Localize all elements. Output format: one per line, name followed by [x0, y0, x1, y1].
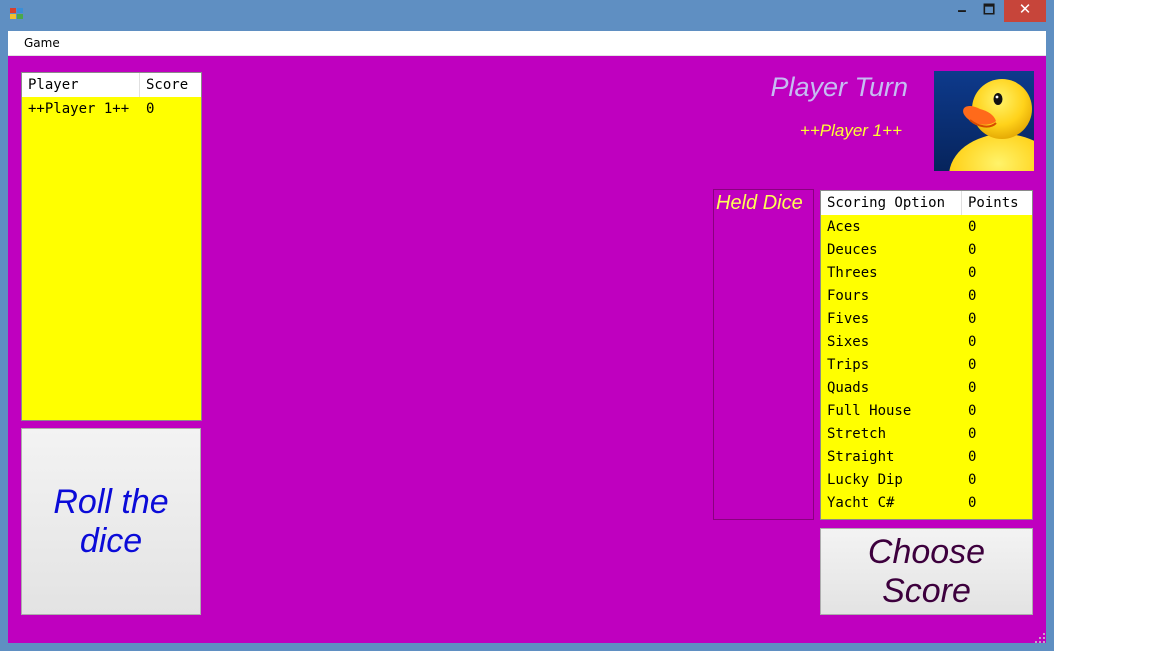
scoring-option-points: 0: [968, 403, 977, 419]
scoring-option-points: 0: [968, 334, 977, 350]
scoring-option-name: Threes: [827, 265, 878, 281]
scoring-option-name: Straight: [827, 449, 895, 465]
scoring-list-header: Scoring Option Points: [821, 191, 1032, 215]
header-scoring-option[interactable]: Scoring Option: [827, 195, 945, 211]
scoring-option-points: 0: [968, 242, 977, 258]
scoring-option-name: Quads: [827, 380, 870, 396]
scoring-row[interactable]: Aces 0: [821, 216, 1032, 239]
app-window: 🗕 🗖 ✕ Game Player Score ++Player 1++ 0 R…: [0, 0, 1054, 651]
scoring-row[interactable]: Threes 0: [821, 262, 1032, 285]
scoring-option-points: 0: [968, 219, 977, 235]
maximize-button[interactable]: 🗖: [976, 0, 1002, 22]
close-button[interactable]: ✕: [1004, 0, 1046, 22]
scoring-row[interactable]: Fours 0: [821, 285, 1032, 308]
player-row[interactable]: ++Player 1++ 0: [22, 98, 201, 121]
scoring-option-name: Fives: [827, 311, 870, 327]
held-dice-panel: Held Dice: [713, 189, 814, 520]
scoring-option-points: 0: [968, 288, 977, 304]
menu-bar: Game: [8, 31, 1046, 56]
scoring-list[interactable]: Scoring Option Points Aces 0 Deuces 0 Threes…: [820, 190, 1033, 520]
scoring-row[interactable]: Lucky Dip 0: [821, 469, 1032, 492]
scoring-row[interactable]: Straight 0: [821, 446, 1032, 469]
column-separator[interactable]: [961, 191, 962, 215]
title-bar[interactable]: 🗕 🗖 ✕: [0, 0, 1054, 30]
rubber-duck-image: [934, 71, 1034, 171]
current-player-label: ++Player 1++: [799, 121, 902, 140]
scoring-option-name: Deuces: [827, 242, 878, 258]
minimize-button[interactable]: 🗕: [948, 0, 976, 22]
scoring-row[interactable]: Stretch 0: [821, 423, 1032, 446]
scoring-option-points: 0: [968, 426, 977, 442]
scoring-option-points: 0: [968, 380, 977, 396]
scoring-option-points: 0: [968, 265, 977, 281]
roll-dice-button[interactable]: Roll the dice: [21, 428, 201, 615]
scoring-row[interactable]: Quads 0: [821, 377, 1032, 400]
scoring-row[interactable]: Trips 0: [821, 354, 1032, 377]
resize-grip-icon[interactable]: [1035, 633, 1045, 643]
header-score[interactable]: Score: [146, 77, 188, 93]
scoring-option-name: Yacht C#: [827, 495, 895, 511]
scoring-option-points: 0: [968, 311, 977, 327]
header-points[interactable]: Points: [968, 195, 1019, 211]
scoring-option-name: Lucky Dip: [827, 472, 903, 488]
scoring-option-points: 0: [968, 357, 977, 373]
scoring-option-points: 0: [968, 449, 977, 465]
scoring-row[interactable]: Deuces 0: [821, 239, 1032, 262]
scoring-row[interactable]: Full House 0: [821, 400, 1032, 423]
menu-game[interactable]: Game: [24, 36, 60, 50]
scoring-option-name: Sixes: [827, 334, 870, 350]
app-icon[interactable]: [10, 8, 24, 20]
scoring-option-name: Trips: [827, 357, 870, 373]
header-player[interactable]: Player: [28, 77, 79, 93]
scoring-row[interactable]: Sixes 0: [821, 331, 1032, 354]
scoring-row[interactable]: Yacht C# 0: [821, 492, 1032, 515]
scoring-row[interactable]: Fives 0: [821, 308, 1032, 331]
scoring-option-points: 0: [968, 472, 977, 488]
held-dice-label: Held Dice: [716, 192, 803, 214]
player-score: 0: [146, 101, 155, 117]
column-separator[interactable]: [139, 73, 140, 97]
player-name: ++Player 1++: [28, 101, 130, 117]
scoring-option-name: Stretch: [827, 426, 887, 442]
scoring-option-name: Full House: [827, 403, 912, 419]
player-turn-title: Player Turn: [770, 72, 908, 102]
choose-score-label: Choose Score: [867, 532, 986, 610]
players-list-header: Player Score: [22, 73, 201, 97]
choose-score-button[interactable]: Choose Score: [820, 528, 1033, 615]
players-list[interactable]: Player Score ++Player 1++ 0: [21, 72, 202, 421]
scoring-option-points: 0: [968, 495, 977, 511]
scoring-option-name: Aces: [827, 219, 861, 235]
roll-dice-label: Roll the dice: [53, 482, 169, 560]
game-area: Player Score ++Player 1++ 0 Roll the dic…: [8, 56, 1046, 643]
scoring-option-name: Fours: [827, 288, 870, 304]
